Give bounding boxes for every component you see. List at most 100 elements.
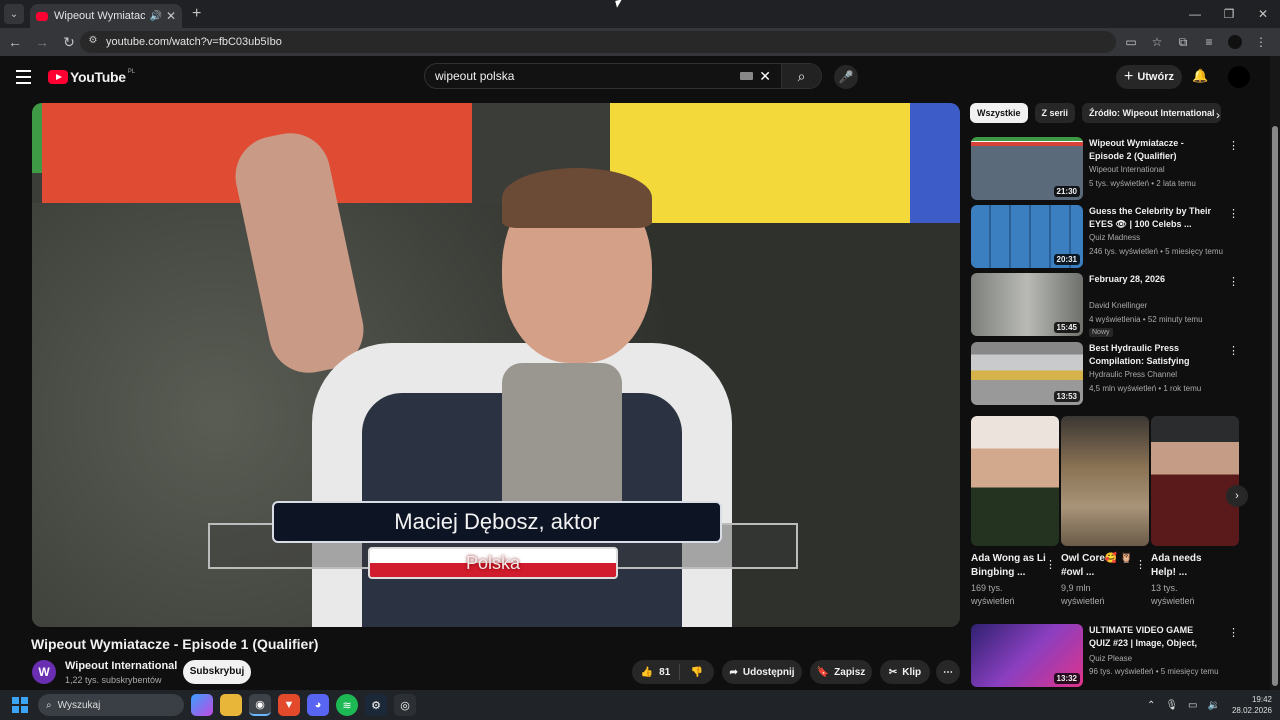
cast-icon[interactable]: ▭ xyxy=(1118,35,1144,49)
scrollbar-thumb[interactable] xyxy=(1272,126,1278,686)
recommendation-item[interactable]: 15:45 February 28, 2026 David Knellinger… xyxy=(970,273,1240,337)
video-thumbnail[interactable]: 15:45 xyxy=(971,273,1083,336)
short-item[interactable]: Owl Core🥰 🦉 #owl ... 9,9 mln wyświetleń … xyxy=(1061,416,1149,608)
menu-dots-icon[interactable]: ⋮ xyxy=(1248,35,1274,49)
recommendation-item[interactable]: 13:53 Best Hydraulic Press Compilation: … xyxy=(970,342,1240,406)
display-icon[interactable]: ▭ xyxy=(1188,700,1197,711)
clear-search-icon[interactable]: ✕ xyxy=(759,68,771,85)
microphone-icon[interactable]: 🎙 xyxy=(1165,700,1178,711)
reload-button[interactable]: ↻ xyxy=(57,34,81,51)
rec-title[interactable]: Guess the Celebrity by Their EYES 👁 | 10… xyxy=(1089,205,1217,231)
rec-channel[interactable]: Wipeout International xyxy=(1089,165,1165,174)
extensions-icon[interactable]: ⧉ xyxy=(1170,35,1196,50)
volume-icon[interactable]: 🔉 xyxy=(1208,700,1220,711)
clip-button[interactable]: ✂ Klip xyxy=(880,660,930,684)
short-thumbnail[interactable] xyxy=(1151,416,1239,546)
channel-avatar[interactable]: W xyxy=(32,660,56,684)
short-menu-icon[interactable]: ⋮ xyxy=(1045,558,1056,571)
obs-icon[interactable]: ◎ xyxy=(394,694,416,716)
brave-icon[interactable]: ▼ xyxy=(278,694,300,716)
recommendation-item[interactable]: 20:31 Guess the Celebrity by Their EYES … xyxy=(970,205,1240,269)
rec-menu-icon[interactable]: ⋮ xyxy=(1228,139,1239,152)
short-item[interactable]: Ada needs Help! ... 13 tys. wyświetleń xyxy=(1151,416,1239,608)
chip-all[interactable]: Wszystkie xyxy=(970,103,1028,123)
minimize-button[interactable]: — xyxy=(1178,0,1212,28)
rec-channel[interactable]: Hydraulic Press Channel xyxy=(1089,370,1177,379)
tab-search-button[interactable]: ⌄ xyxy=(4,4,24,24)
rec-title[interactable]: Wipeout Wymiatacze - Episode 2 (Qualifie… xyxy=(1089,137,1217,163)
search-button[interactable]: ⌕ xyxy=(781,64,821,88)
youtube-logo[interactable]: YouTube PL xyxy=(48,69,135,85)
copilot-icon[interactable] xyxy=(191,694,213,716)
rec-title[interactable]: Best Hydraulic Press Compilation: Satisf… xyxy=(1089,342,1217,369)
channel-name[interactable]: Wipeout International xyxy=(65,660,177,672)
short-title[interactable]: Ada needs Help! ... xyxy=(1151,552,1227,580)
save-button[interactable]: 🔖 Zapisz xyxy=(810,660,872,684)
rec-menu-icon[interactable]: ⋮ xyxy=(1228,207,1239,220)
media-queue-icon[interactable]: ≡ xyxy=(1196,35,1222,49)
close-window-button[interactable]: ✕ xyxy=(1246,0,1280,28)
rec-menu-icon[interactable]: ⋮ xyxy=(1228,275,1239,288)
share-button[interactable]: ➦ Udostępnij xyxy=(722,660,802,684)
speaker-icon[interactable]: 🔊 xyxy=(149,11,161,22)
windows-start-icon[interactable] xyxy=(12,697,28,713)
close-tab-icon[interactable]: ✕ xyxy=(166,9,176,23)
rec-title[interactable]: ULTIMATE VIDEO GAME QUIZ #23 | Image, Ob… xyxy=(1089,624,1217,651)
keyboard-icon[interactable] xyxy=(740,72,754,80)
video-thumbnail[interactable]: 13:32 xyxy=(971,624,1083,687)
short-item[interactable]: Ada Wong as Li Bingbing ... 169 tys. wyś… xyxy=(971,416,1059,608)
short-menu-icon[interactable]: ⋮ xyxy=(1135,558,1146,571)
page-scrollbar[interactable] xyxy=(1270,56,1280,690)
chips-next-icon[interactable]: › xyxy=(1216,108,1220,122)
subscribe-button[interactable]: Subskrybuj xyxy=(183,660,251,684)
rec-channel[interactable]: David Knellinger xyxy=(1089,301,1147,310)
hamburger-menu-icon[interactable] xyxy=(16,70,31,88)
shorts-next-icon[interactable]: › xyxy=(1226,485,1248,507)
create-button[interactable]: + Utwórz xyxy=(1116,65,1182,89)
thumbs-up-icon: 👍 xyxy=(640,666,654,678)
video-bg-blue-panel xyxy=(910,103,960,223)
notifications-bell-icon[interactable]: 🔔 xyxy=(1192,68,1208,84)
file-explorer-icon[interactable] xyxy=(220,694,242,716)
account-avatar[interactable] xyxy=(1228,66,1250,88)
more-actions-button[interactable]: ⋯ xyxy=(936,660,960,684)
chrome-icon[interactable]: ◉ xyxy=(249,694,271,716)
browser-tab-active[interactable]: Wipeout Wymiatacze - Epis 🔊 ✕ xyxy=(30,4,182,28)
site-info-icon[interactable]: ⚙ xyxy=(86,35,100,49)
rec-menu-icon[interactable]: ⋮ xyxy=(1228,626,1239,639)
tray-overflow-icon[interactable]: ⌃ xyxy=(1147,700,1155,711)
short-title[interactable]: Ada Wong as Li Bingbing ... xyxy=(971,552,1047,580)
restore-button[interactable]: ❐ xyxy=(1212,0,1246,28)
forward-button[interactable]: → xyxy=(30,34,54,50)
profile-avatar[interactable] xyxy=(1228,35,1242,49)
like-button[interactable]: 👍 81 xyxy=(632,664,680,680)
recommendation-item[interactable]: 21:30 Wipeout Wymiatacze - Episode 2 (Qu… xyxy=(970,137,1240,201)
taskbar-search[interactable]: ⌕ Wyszukaj xyxy=(38,694,184,716)
steam-icon[interactable]: ⚙ xyxy=(365,694,387,716)
chip-from-series[interactable]: Z serii xyxy=(1034,103,1076,123)
video-player[interactable]: Maciej Dębosz, aktor Polska xyxy=(32,103,960,627)
voice-search-button[interactable]: 🎤 xyxy=(834,65,858,89)
short-title[interactable]: Owl Core🥰 🦉 #owl ... xyxy=(1061,552,1137,580)
like-count: 81 xyxy=(659,666,671,678)
discord-icon[interactable]: ◕ xyxy=(307,694,329,716)
dislike-button[interactable]: 👎 xyxy=(680,667,714,678)
new-tab-button[interactable]: + xyxy=(192,5,201,23)
search-input[interactable]: wipeout polska xyxy=(425,69,740,83)
video-thumbnail[interactable]: 20:31 xyxy=(971,205,1083,268)
bookmark-star-icon[interactable]: ☆ xyxy=(1144,35,1170,49)
rec-menu-icon[interactable]: ⋮ xyxy=(1228,344,1239,357)
recommendation-item[interactable]: 13:32 ULTIMATE VIDEO GAME QUIZ #23 | Ima… xyxy=(970,624,1240,688)
rec-channel[interactable]: Quiz Madness xyxy=(1089,233,1140,242)
rec-title[interactable]: February 28, 2026 xyxy=(1089,273,1217,286)
back-button[interactable]: ← xyxy=(3,34,27,50)
video-thumbnail[interactable]: 13:53 xyxy=(971,342,1083,405)
address-bar[interactable]: ⚙ youtube.com/watch?v=fbC03ub5Ibo xyxy=(80,31,1116,53)
short-thumbnail[interactable] xyxy=(1061,416,1149,546)
taskbar-clock[interactable]: 19:42 28.02.2026 xyxy=(1232,694,1272,716)
short-thumbnail[interactable] xyxy=(971,416,1059,546)
video-thumbnail[interactable]: 21:30 xyxy=(971,137,1083,200)
spotify-icon[interactable]: ≋ xyxy=(336,694,358,716)
rec-channel[interactable]: Quiz Please xyxy=(1089,654,1132,663)
chip-from-source[interactable]: Źródło: Wipeout International xyxy=(1082,103,1222,123)
